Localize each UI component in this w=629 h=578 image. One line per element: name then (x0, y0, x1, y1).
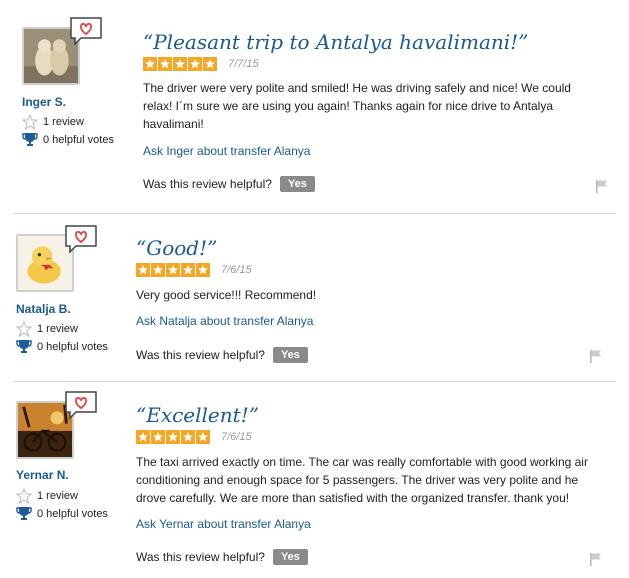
star-outline-icon (16, 488, 32, 504)
helpful-question: Was this review helpful? (136, 348, 265, 362)
review-card: Inger S. 1 review 0 helpful votes “Pleas… (0, 0, 629, 214)
review-body: The driver were very polite and smiled! … (143, 81, 571, 131)
star-icon (196, 430, 210, 444)
helpful-question: Was this review helpful? (143, 177, 272, 191)
star-outline-icon (16, 321, 32, 337)
star-icon (143, 57, 157, 71)
yes-button[interactable]: Yes (272, 549, 308, 565)
review-count[interactable]: 1 review (22, 114, 84, 130)
review-date: 7/7/15 (228, 58, 259, 70)
review-title[interactable]: “Excellent!” (136, 403, 259, 427)
star-icon (181, 263, 195, 277)
helpful-row: Was this review helpful? Yes (136, 549, 308, 565)
review-count[interactable]: 1 review (16, 321, 78, 337)
rating: 7/6/15 (136, 263, 252, 277)
flag-icon[interactable] (595, 179, 609, 193)
user-name[interactable]: Natalja B. (16, 302, 71, 316)
star-icon (136, 430, 150, 444)
helpful-votes[interactable]: 0 helpful votes (16, 339, 108, 355)
star-icon (158, 57, 172, 71)
star-icon (203, 57, 217, 71)
review-date: 7/6/15 (221, 264, 252, 276)
review-title[interactable]: “Pleasant trip to Antalya havalimani!” (143, 30, 528, 54)
review-card: Natalja B. 1 review 0 helpful votes “Goo… (0, 214, 629, 381)
helpful-row: Was this review helpful? Yes (136, 347, 308, 363)
review-count-label: 1 review (43, 116, 84, 128)
helpful-votes[interactable]: 0 helpful votes (22, 132, 114, 148)
rating: 7/6/15 (136, 430, 252, 444)
star-icon (166, 430, 180, 444)
review-date: 7/6/15 (221, 431, 252, 443)
review-count-label: 1 review (37, 490, 78, 502)
star-icon (181, 430, 195, 444)
user-name[interactable]: Yernar N. (16, 468, 69, 482)
star-icon (151, 263, 165, 277)
star-icon (173, 57, 187, 71)
review-count-label: 1 review (37, 323, 78, 335)
review-title[interactable]: “Good!” (136, 236, 217, 260)
heart-icon[interactable] (64, 390, 98, 420)
star-rating (136, 430, 211, 444)
yes-button[interactable]: Yes (272, 347, 308, 363)
user-name[interactable]: Inger S. (22, 95, 66, 109)
review-body: The taxi arrived exactly on time. The ca… (136, 455, 588, 505)
yes-button[interactable]: Yes (279, 176, 315, 192)
helpful-question: Was this review helpful? (136, 550, 265, 564)
star-icon (136, 263, 150, 277)
star-rating (143, 57, 218, 71)
review-card: Yernar N. 1 review 0 helpful votes “Exce… (0, 382, 629, 578)
ask-reviewer-link[interactable]: Ask Yernar about transfer Alanya (136, 517, 311, 531)
helpful-votes-label: 0 helpful votes (37, 508, 108, 520)
rating: 7/7/15 (143, 57, 259, 71)
review-body: Very good service!!! Recommend! (136, 288, 317, 302)
trophy-icon (16, 339, 32, 355)
trophy-icon (16, 506, 32, 522)
helpful-votes[interactable]: 0 helpful votes (16, 506, 108, 522)
flag-icon[interactable] (589, 552, 603, 566)
helpful-votes-label: 0 helpful votes (43, 134, 114, 146)
star-outline-icon (22, 114, 38, 130)
star-icon (166, 263, 180, 277)
ask-reviewer-link[interactable]: Ask Natalja about transfer Alanya (136, 314, 313, 328)
heart-icon[interactable] (64, 224, 98, 254)
heart-icon[interactable] (69, 16, 103, 46)
helpful-row: Was this review helpful? Yes (143, 176, 315, 192)
star-icon (196, 263, 210, 277)
star-rating (136, 263, 211, 277)
star-icon (151, 430, 165, 444)
helpful-votes-label: 0 helpful votes (37, 341, 108, 353)
ask-reviewer-link[interactable]: Ask Inger about transfer Alanya (143, 144, 310, 158)
flag-icon[interactable] (589, 349, 603, 363)
review-count[interactable]: 1 review (16, 488, 78, 504)
trophy-icon (22, 132, 38, 148)
star-icon (188, 57, 202, 71)
